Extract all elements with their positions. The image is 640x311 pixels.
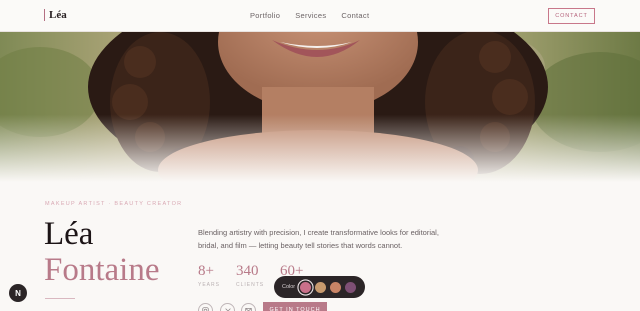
logo[interactable]: Léa xyxy=(44,9,67,21)
swatch-terracotta[interactable] xyxy=(330,281,342,293)
nav-link-portfolio[interactable]: Portfolio xyxy=(250,11,280,20)
name-divider xyxy=(45,298,75,299)
nav-link-contact[interactable]: Contact xyxy=(341,11,369,20)
get-in-touch-button[interactable]: GET IN TOUCH xyxy=(263,302,327,311)
palette-label: Color xyxy=(282,284,296,290)
stat-clients-value: 340 xyxy=(236,263,259,279)
swatch-plum[interactable] xyxy=(345,281,357,293)
instagram-icon[interactable] xyxy=(198,303,213,311)
fab-label: N xyxy=(15,288,21,298)
swatch-gold[interactable] xyxy=(315,281,327,293)
stat-years-value: 8+ xyxy=(198,263,214,279)
floating-n-button[interactable]: N xyxy=(9,284,27,302)
stat-years-label: YEARS xyxy=(198,282,220,288)
top-nav: Léa Portfolio Services Contact CONTACT xyxy=(0,0,640,32)
stat-years: 8+ YEARS xyxy=(198,263,220,289)
hero-first-name: Léa xyxy=(44,216,94,252)
x-icon[interactable] xyxy=(220,303,235,311)
swatch-rose[interactable] xyxy=(300,281,312,293)
logo-text: Léa xyxy=(49,9,67,21)
hero-bio: Blending artistry with precision, I crea… xyxy=(198,228,439,250)
hero-eyebrow: MAKEUP ARTIST · BEAUTY CREATOR xyxy=(45,201,183,207)
nav-links: Portfolio Services Contact xyxy=(250,11,369,20)
hero-last-name: Fontaine xyxy=(44,252,160,288)
stat-clients-label: CLIENTS xyxy=(236,282,265,288)
color-palette-switcher: Color xyxy=(274,276,365,298)
contact-button[interactable]: CONTACT xyxy=(548,8,595,24)
mail-icon[interactable] xyxy=(241,303,256,311)
hero-portrait-image xyxy=(0,32,640,182)
logo-accent-bar xyxy=(44,9,45,21)
stat-clients: 340 CLIENTS xyxy=(236,263,265,289)
nav-link-services[interactable]: Services xyxy=(295,11,326,20)
